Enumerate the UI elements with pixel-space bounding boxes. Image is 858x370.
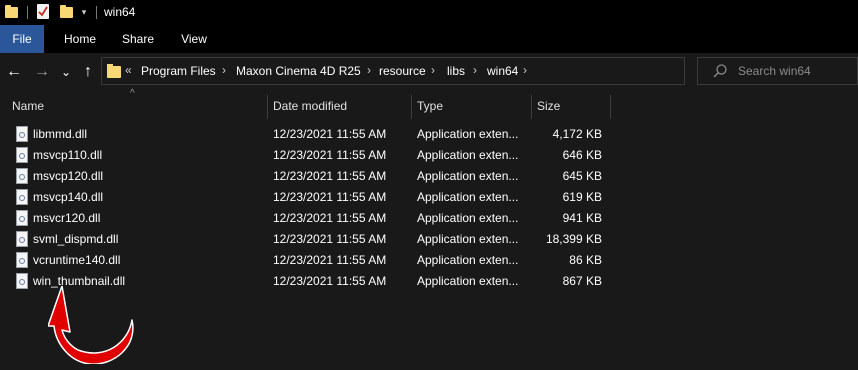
file-name: msvcp120.dll [33, 169, 104, 183]
dll-file-icon [16, 189, 28, 205]
file-size: 645 KB [562, 169, 602, 183]
file-type: Application exten... [417, 169, 519, 183]
dll-file-icon [16, 147, 28, 163]
file-name: libmmd.dll [33, 127, 88, 141]
window-title: win64 [104, 5, 136, 19]
file-type: Application exten... [417, 190, 519, 204]
column-divider[interactable] [610, 95, 611, 119]
address-bar[interactable]: « Program Files › Maxon Cinema 4D R25 › … [101, 57, 775, 85]
chevron-right-icon[interactable]: › [523, 63, 527, 77]
folder-icon[interactable] [5, 5, 18, 18]
breadcrumb-overflow-icon[interactable]: « [125, 63, 132, 77]
column-header-date-modified[interactable]: Date modified [273, 93, 347, 119]
file-name: vcruntime140.dll [33, 253, 121, 267]
recent-locations-icon[interactable]: ⌄ [58, 61, 74, 83]
file-type: Application exten... [417, 211, 519, 225]
file-date: 12/23/2021 11:55 AM [273, 169, 387, 183]
file-size: 941 KB [562, 211, 602, 225]
new-folder-icon[interactable] [60, 5, 73, 18]
file-type: Application exten... [417, 253, 519, 267]
dll-file-icon [16, 252, 28, 268]
file-date: 12/23/2021 11:55 AM [273, 148, 387, 162]
file-row[interactable]: libmmd.dll 12/23/2021 11:55 AM Applicati… [0, 124, 858, 145]
file-row[interactable]: msvcp110.dll 12/23/2021 11:55 AM Applica… [0, 145, 858, 166]
tab-file[interactable]: File [0, 25, 44, 53]
search-input[interactable]: Search win64 [738, 64, 811, 78]
chevron-right-icon[interactable]: › [431, 63, 435, 77]
file-name: msvcp110.dll [33, 148, 103, 162]
file-size: 646 KB [562, 148, 602, 162]
ribbon-tabs: File Home Share View [0, 25, 858, 53]
file-row[interactable]: svml_dispmd.dll 12/23/2021 11:55 AM Appl… [0, 229, 858, 250]
chevron-right-icon[interactable]: › [473, 63, 477, 77]
dll-file-icon [16, 273, 28, 289]
column-header-size[interactable]: Size [537, 93, 560, 119]
file-type: Application exten... [417, 148, 519, 162]
file-name: msvcr120.dll [33, 211, 101, 225]
file-type: Application exten... [417, 274, 519, 288]
folder-icon [107, 64, 121, 78]
forward-arrow-icon[interactable]: → [32, 61, 52, 83]
file-name: svml_dispmd.dll [33, 232, 119, 246]
red-curved-arrow-icon [48, 286, 134, 365]
dll-file-icon [16, 210, 28, 226]
quick-access-dropdown-icon[interactable]: ▾ [79, 5, 89, 19]
file-date: 12/23/2021 11:55 AM [273, 232, 387, 246]
search-icon [713, 64, 727, 78]
search-box[interactable]: Search win64 [697, 57, 858, 85]
file-row[interactable]: msvcp120.dll 12/23/2021 11:55 AM Applica… [0, 166, 858, 187]
column-divider[interactable] [411, 95, 412, 119]
file-date: 12/23/2021 11:55 AM [273, 274, 387, 288]
file-size: 18,399 KB [545, 232, 602, 246]
file-row[interactable]: msvcr120.dll 12/23/2021 11:55 AM Applica… [0, 208, 858, 229]
chevron-right-icon[interactable]: › [222, 63, 226, 77]
chevron-right-icon[interactable]: › [367, 63, 371, 77]
file-row[interactable]: msvcp140.dll 12/23/2021 11:55 AM Applica… [0, 187, 858, 208]
breadcrumb-resource[interactable]: resource [379, 64, 426, 78]
column-header-name[interactable]: Name [12, 93, 44, 119]
column-header-type[interactable]: Type [417, 93, 443, 119]
file-size: 4,172 KB [552, 127, 602, 141]
file-date: 12/23/2021 11:55 AM [273, 253, 387, 267]
column-divider[interactable] [267, 95, 268, 119]
tab-share[interactable]: Share [116, 25, 160, 53]
up-arrow-icon[interactable]: ↑ [78, 61, 98, 83]
breadcrumb-program-files[interactable]: Program Files [141, 64, 216, 78]
file-type: Application exten... [417, 232, 519, 246]
title-bar: ▾ win64 [0, 0, 858, 25]
divider [96, 6, 97, 19]
file-date: 12/23/2021 11:55 AM [273, 127, 387, 141]
dll-file-icon [16, 231, 28, 247]
file-size: 86 KB [569, 253, 602, 267]
file-type: Application exten... [417, 127, 519, 141]
breadcrumb-maxon-cinema-4d-r25[interactable]: Maxon Cinema 4D R25 [236, 64, 361, 78]
tab-home[interactable]: Home [56, 25, 104, 53]
file-date: 12/23/2021 11:55 AM [273, 190, 387, 204]
status-bar [0, 364, 858, 370]
back-arrow-icon[interactable]: ← [4, 61, 24, 83]
file-size: 867 KB [562, 274, 602, 288]
properties-icon[interactable] [37, 4, 49, 19]
column-divider[interactable] [531, 95, 532, 119]
sort-up-icon: ^ [130, 88, 135, 99]
file-row[interactable]: vcruntime140.dll 12/23/2021 11:55 AM App… [0, 250, 858, 271]
dll-file-icon [16, 126, 28, 142]
divider [27, 6, 28, 19]
file-size: 619 KB [562, 190, 602, 204]
breadcrumb-win64[interactable]: win64 [487, 64, 518, 78]
file-name: msvcp140.dll [33, 190, 104, 204]
tab-view[interactable]: View [172, 25, 216, 53]
file-date: 12/23/2021 11:55 AM [273, 211, 387, 225]
dll-file-icon [16, 168, 28, 184]
breadcrumb-libs[interactable]: libs [447, 64, 465, 78]
